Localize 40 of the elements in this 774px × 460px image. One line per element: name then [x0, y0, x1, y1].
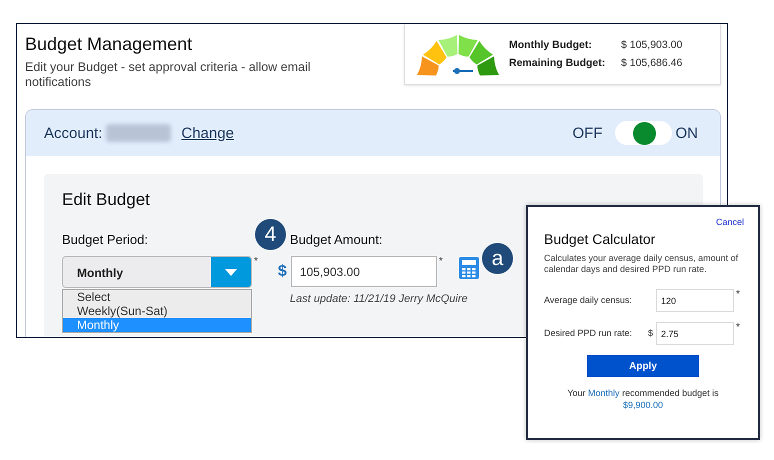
number-input[interactable]: 2.75: [656, 322, 734, 345]
period-dropdown[interactable]: Monthly: [62, 256, 252, 288]
step-badge: 4: [254, 219, 286, 250]
recommended-budget-text: Your Monthly recommended budget is $9,900.00: [566, 387, 720, 411]
toggle-switch[interactable]: [614, 121, 672, 145]
field-label: Average daily census:: [544, 295, 633, 305]
page-subtitle: Edit your Budget - set approval criteria - allow email notifications: [25, 60, 312, 90]
apply-button[interactable]: Apply: [587, 355, 699, 377]
field-label: Budget Amount:: [290, 232, 384, 247]
required-mark: *: [438, 256, 443, 267]
dialog-description: Calculates your average daily census, amount of calendar days and desired PPD run rate.: [544, 253, 740, 275]
cancel-link[interactable]: Cancel: [544, 217, 744, 227]
currency-symbol: $: [278, 263, 287, 281]
dropdown-option[interactable]: Select: [63, 290, 251, 304]
account-label: Account:: [44, 124, 102, 142]
last-update-note: Last update: 11/21/19 Jerry McQuire: [290, 293, 469, 305]
toggle-off-label: OFF: [572, 124, 602, 142]
blurred-account-name: [106, 124, 172, 142]
field-label: Budget Period:: [62, 232, 150, 247]
change-link[interactable]: Change: [181, 124, 234, 142]
toggle-knob[interactable]: [632, 122, 656, 144]
required-mark: *: [254, 256, 258, 267]
step-badge: a: [482, 243, 513, 274]
toggle-on-label: ON: [676, 124, 698, 142]
required-mark: *: [736, 322, 740, 333]
card-title: Edit Budget: [62, 190, 151, 210]
calculator-icon[interactable]: [458, 257, 479, 279]
dialog-title: Budget Calculator: [544, 231, 656, 247]
required-mark: *: [736, 289, 740, 300]
summary-label: Remaining Budget:: [509, 57, 606, 69]
dropdown-option[interactable]: Weekly(Sun-Sat): [63, 304, 251, 318]
currency-symbol: $: [648, 328, 654, 338]
amount-input[interactable]: 105,903.00: [290, 256, 437, 287]
summary-value: $ 105,686.46: [621, 57, 682, 69]
summary-value: $ 105,903.00: [621, 39, 682, 51]
field-label: Desired PPD run rate:: [544, 328, 634, 338]
page-title: Budget Management: [25, 33, 194, 56]
summary-label: Monthly Budget:: [509, 39, 593, 51]
caret-icon: [225, 268, 237, 276]
number-input[interactable]: 120: [656, 289, 734, 312]
